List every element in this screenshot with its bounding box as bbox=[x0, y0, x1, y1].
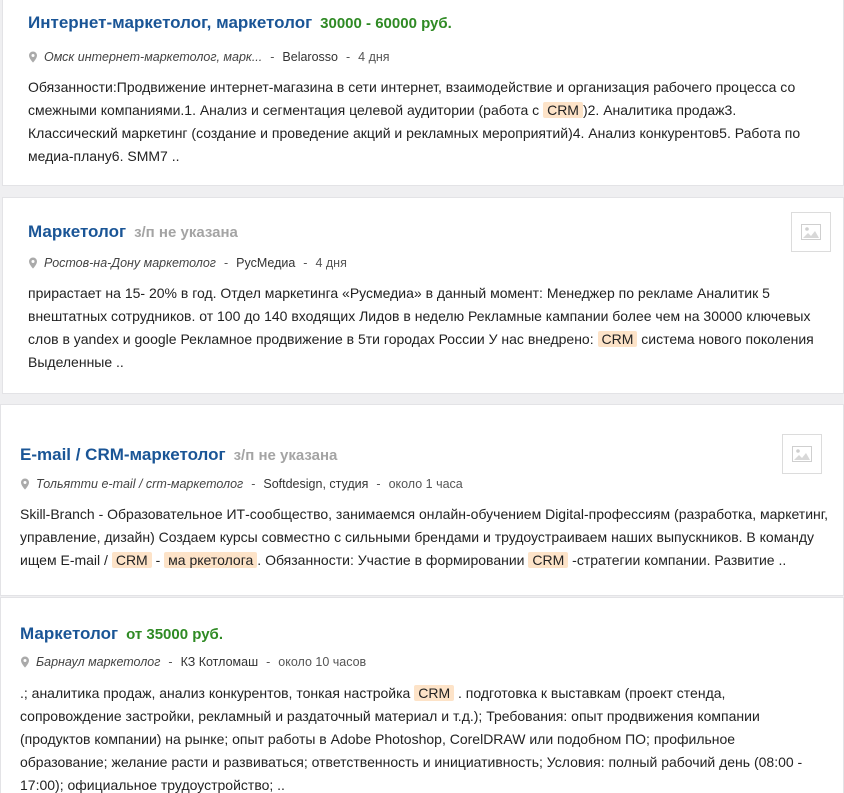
vacancy-title-link[interactable]: E-mail / CRM-маркетолог bbox=[20, 445, 226, 465]
separator: - bbox=[376, 477, 381, 491]
separator: - bbox=[168, 655, 173, 669]
separator: - bbox=[223, 256, 229, 270]
separator: - bbox=[303, 256, 308, 270]
vacancy-meta: Барнаул маркетолог - КЗ Котломаш - около… bbox=[20, 655, 366, 669]
vacancy-card: Маркетолог з/п не указана Ростов-на-Дону… bbox=[2, 197, 844, 394]
vacancy-header: Маркетолог з/п не указана bbox=[28, 222, 238, 242]
vacancy-meta: Омск интернет-маркетолог, марк... - Bela… bbox=[28, 50, 390, 64]
location: Ростов-на-Дону маркетолог bbox=[44, 256, 216, 270]
keyword-highlight: CRM bbox=[528, 552, 569, 568]
vacancy-description: .; аналитика продаж, анализ конкурентов,… bbox=[20, 682, 820, 793]
image-placeholder-icon bbox=[801, 224, 821, 240]
vacancy-header: Маркетолог от 35000 руб. bbox=[20, 624, 223, 644]
company[interactable]: Softdesign, студия bbox=[263, 477, 368, 491]
vacancy-meta: Ростов-на-Дону маркетолог - РусМедиа - 4… bbox=[28, 256, 347, 270]
posted-time: около 10 часов bbox=[278, 655, 367, 669]
vacancy-title-link[interactable]: Интернет-маркетолог, маркетолог bbox=[28, 13, 312, 33]
image-placeholder-icon bbox=[792, 446, 812, 462]
company[interactable]: КЗ Котломаш bbox=[181, 655, 259, 669]
location-pin-icon bbox=[21, 478, 29, 490]
vacancy-title-link[interactable]: Маркетолог bbox=[20, 624, 118, 644]
separator: - bbox=[270, 50, 275, 64]
vacancy-description: Обязанности:Продвижение интернет-магазин… bbox=[28, 76, 818, 168]
posted-time: 4 дня bbox=[315, 256, 347, 270]
location-pin-icon bbox=[29, 257, 37, 269]
separator: - bbox=[251, 477, 256, 491]
company-logo[interactable] bbox=[791, 212, 831, 252]
posted-time: 4 дня bbox=[358, 50, 390, 64]
salary: 30000 - 60000 руб. bbox=[320, 15, 452, 32]
location: Омск интернет-маркетолог, марк... bbox=[44, 50, 263, 64]
keyword-highlight: ма ркетолога bbox=[164, 552, 258, 568]
company[interactable]: Belarosso bbox=[282, 50, 338, 64]
keyword-highlight: CRM bbox=[543, 102, 583, 118]
desc-text: .; аналитика продаж, анализ конкурентов,… bbox=[20, 685, 415, 701]
desc-text: - bbox=[151, 552, 165, 568]
desc-text: -стратегии компании. Развитие .. bbox=[568, 552, 787, 568]
desc-text: . подготовка к выставкам (проект стенда,… bbox=[20, 685, 803, 793]
vacancy-card: E-mail / CRM-маркетолог з/п не указана Т… bbox=[0, 404, 844, 596]
location: Тольятти e-mail / crm-маркетолог bbox=[36, 477, 244, 491]
location-pin-icon bbox=[29, 51, 37, 63]
separator: - bbox=[346, 50, 351, 64]
salary: з/п не указана bbox=[233, 447, 338, 464]
posted-time: около 1 часа bbox=[388, 477, 463, 491]
keyword-highlight: CRM bbox=[597, 331, 638, 347]
company[interactable]: РусМедиа bbox=[236, 256, 295, 270]
vacancy-header: E-mail / CRM-маркетолог з/п не указана bbox=[20, 445, 337, 465]
keyword-highlight: CRM bbox=[414, 685, 455, 701]
location: Барнаул маркетолог bbox=[36, 655, 161, 669]
salary: з/п не указана bbox=[134, 224, 238, 241]
vacancy-meta: Тольятти e-mail / crm-маркетолог - Softd… bbox=[20, 477, 463, 491]
vacancy-description: Skill-Branch - Образовательное ИТ-сообще… bbox=[20, 503, 835, 572]
company-logo[interactable] bbox=[782, 434, 822, 474]
vacancy-title-link[interactable]: Маркетолог bbox=[28, 222, 126, 242]
vacancy-card: Интернет-маркетолог, маркетолог 30000 - … bbox=[2, 0, 844, 186]
keyword-highlight: CRM bbox=[111, 552, 152, 568]
desc-text: . Обязанности: Участие в формировании bbox=[257, 552, 529, 568]
vacancy-description: прирастает на 15- 20% в год. Отдел марке… bbox=[28, 282, 823, 374]
vacancy-header: Интернет-маркетолог, маркетолог 30000 - … bbox=[28, 13, 452, 33]
location-pin-icon bbox=[21, 656, 29, 668]
salary: от 35000 руб. bbox=[126, 626, 223, 643]
vacancy-card: Маркетолог от 35000 руб. Барнаул маркето… bbox=[0, 597, 844, 793]
separator: - bbox=[266, 655, 271, 669]
